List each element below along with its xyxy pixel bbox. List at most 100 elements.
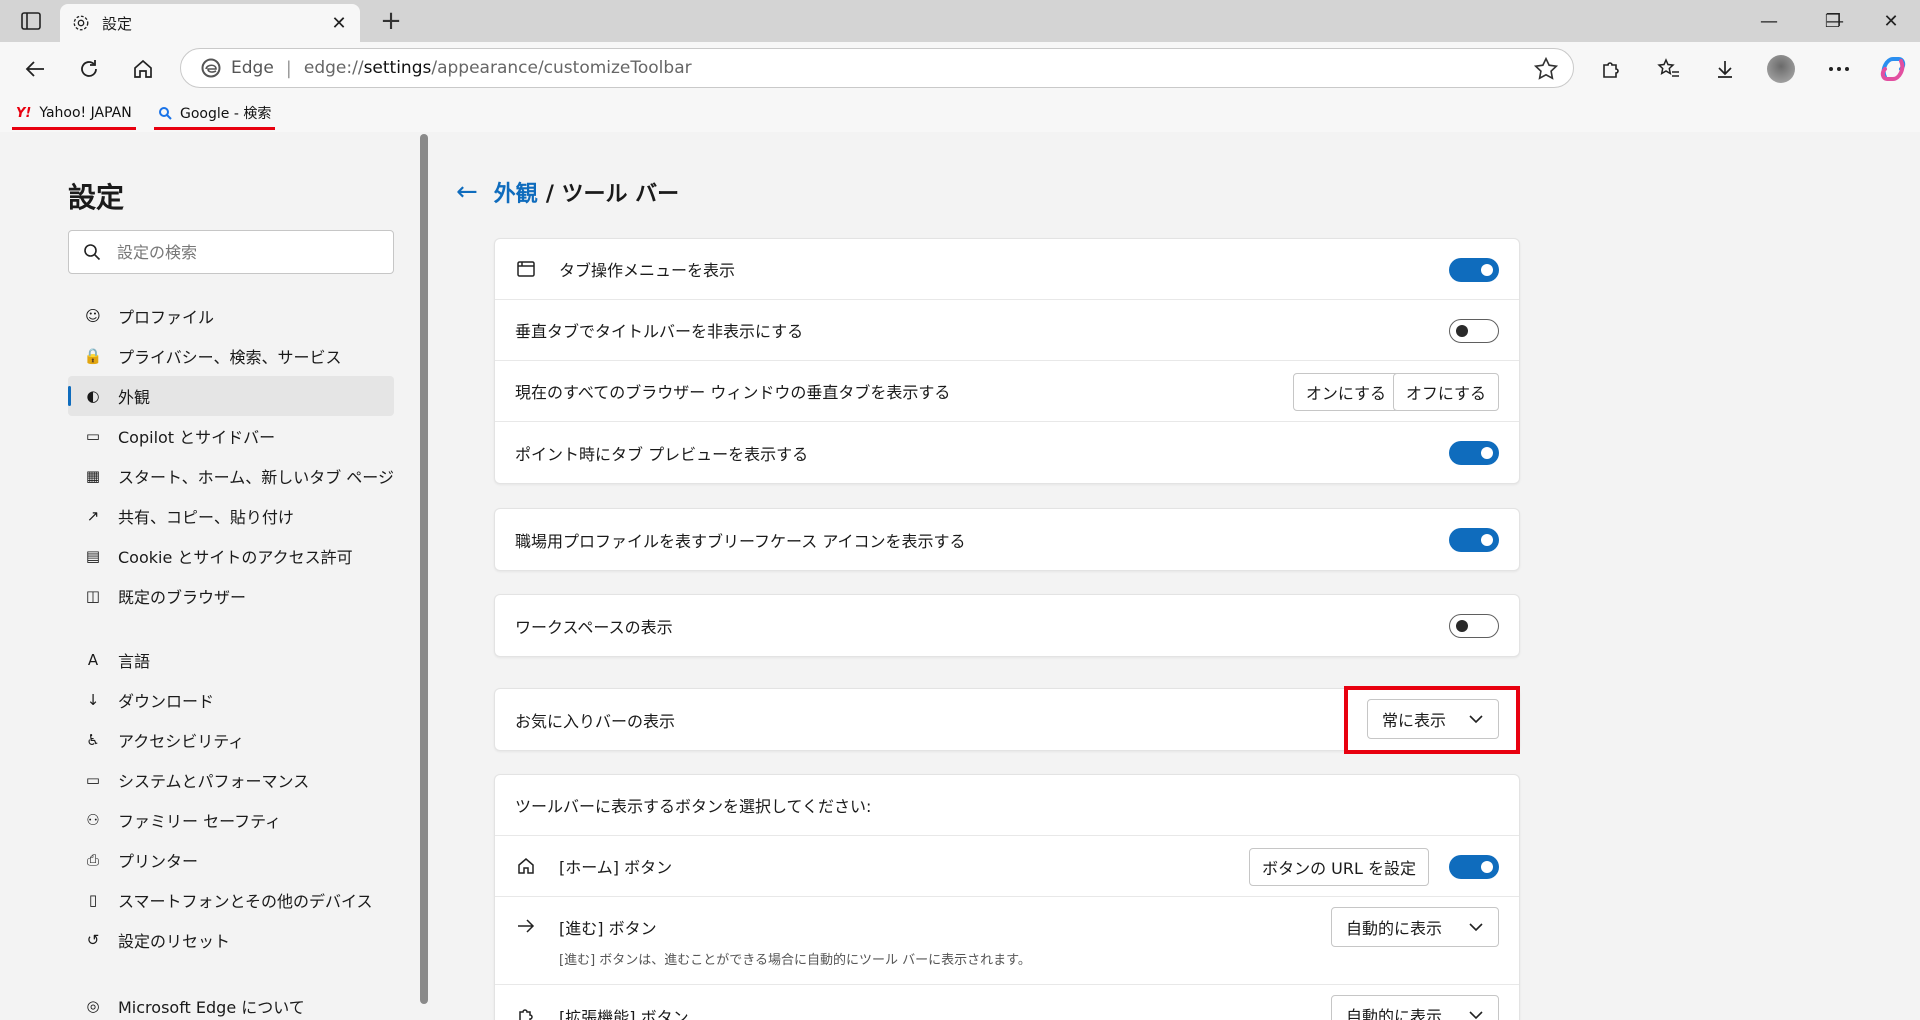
sidebar-item-3[interactable]: ▭ Copilot とサイドバー bbox=[68, 416, 394, 456]
row-work-briefcase: 職場用プロファイルを表すブリーフケース アイコンを表示する bbox=[495, 509, 1519, 570]
favorite-label: Google - 検索 bbox=[180, 106, 272, 122]
share-icon: ↗ bbox=[86, 507, 100, 525]
favorite-underline bbox=[154, 127, 276, 130]
restore-window-button[interactable]: ❐ bbox=[1804, 0, 1862, 42]
sidebar-item-label: システムとパフォーマンス bbox=[118, 772, 310, 791]
sidebar-icon: ▭ bbox=[85, 427, 101, 445]
row-label: 現在のすべてのブラウザー ウィンドウの垂直タブを表示する bbox=[515, 383, 951, 402]
sidebar-item-label: スマートフォンとその他のデバイス bbox=[118, 892, 373, 911]
sidebar-item-label: Copilot とサイドバー bbox=[118, 428, 276, 447]
sidebar-item-label: ダウンロード bbox=[118, 692, 215, 711]
toolbar-buttons-card: ツールバーに表示するボタンを選択してください: [ホーム] ボタン ボタンの U… bbox=[494, 774, 1520, 1020]
settings-page: 設定 ☺ プロファイル 🔒 プライバシー、検索、サービス ◐ 外観 ▭ Copilot とサイ… bbox=[6, 134, 1912, 1020]
extensions-button-select[interactable]: 自動的に表示 bbox=[1331, 995, 1499, 1020]
new-tab-button[interactable]: + bbox=[376, 6, 406, 36]
extensions-button[interactable] bbox=[1594, 52, 1628, 86]
sidebar-item-label: プロファイル bbox=[118, 308, 215, 327]
row-tab-preview: ポイント時にタブ プレビューを表示する bbox=[495, 422, 1519, 483]
downloads-button[interactable] bbox=[1708, 52, 1742, 86]
work-profile-card: 職場用プロファイルを表すブリーフケース アイコンを表示する bbox=[494, 508, 1520, 571]
copilot-icon bbox=[1880, 57, 1906, 81]
sidebar-item-10[interactable]: ♿ アクセシビリティ bbox=[68, 720, 394, 760]
refresh-button[interactable] bbox=[72, 52, 106, 86]
sidebar-item-8[interactable]: A 言語 bbox=[68, 640, 394, 680]
favorite-star-icon[interactable] bbox=[1533, 56, 1559, 82]
breadcrumb-link-appearance[interactable]: 外観 bbox=[494, 176, 538, 208]
family-icon: ⚇ bbox=[86, 811, 100, 829]
back-arrow-icon[interactable]: ← bbox=[456, 177, 478, 207]
sidebar-item-11[interactable]: ▭ システムとパフォーマンス bbox=[68, 760, 394, 800]
tab-title: 設定 bbox=[102, 14, 133, 33]
forward-button-select[interactable]: 自動的に表示 bbox=[1331, 907, 1499, 947]
sidebar-item-14[interactable]: ▯ スマートフォンとその他のデバイス bbox=[68, 880, 394, 920]
hide-titlebar-toggle[interactable] bbox=[1449, 319, 1499, 343]
sidebar-item-6[interactable]: ▤ Cookie とサイトのアクセス許可 bbox=[68, 536, 394, 576]
tab-strip: 設定 ✕ + — bbox=[0, 0, 1920, 42]
sidebar-scrollbar[interactable] bbox=[420, 134, 428, 1004]
home-icon bbox=[134, 59, 152, 78]
sidebar-item-0[interactable]: ☺ プロファイル bbox=[68, 296, 394, 336]
breadcrumb: ← 外観 / ツール バー bbox=[456, 176, 679, 208]
sidebar-item-label: 外観 bbox=[118, 388, 151, 407]
row-home-button: [ホーム] ボタン ボタンの URL を設定 bbox=[495, 836, 1519, 897]
tab-actions-menu-button[interactable] bbox=[14, 8, 48, 34]
toolbar-buttons-heading: ツールバーに表示するボタンを選択してください: bbox=[495, 775, 1519, 836]
home-button-toggle[interactable] bbox=[1449, 855, 1499, 879]
url-host: settings bbox=[363, 58, 432, 78]
sidebar-item-label: 設定のリセット bbox=[118, 932, 231, 951]
tab-preview-toggle[interactable] bbox=[1449, 441, 1499, 465]
sidebar-item-4[interactable]: ▦ スタート、ホーム、新しいタブ ページ bbox=[68, 456, 394, 496]
sidebar-item-1[interactable]: 🔒 プライバシー、検索、サービス bbox=[68, 336, 394, 376]
set-button-url-button[interactable]: ボタンの URL を設定 bbox=[1249, 848, 1429, 886]
close-icon: ✕ bbox=[1883, 10, 1899, 32]
tab-close-button[interactable]: ✕ bbox=[328, 12, 350, 34]
favorite-google-search[interactable]: Google - 検索 bbox=[154, 100, 276, 130]
minimize-icon: — bbox=[1760, 10, 1778, 32]
language-icon: A bbox=[87, 651, 99, 669]
profile-button[interactable] bbox=[1764, 52, 1798, 86]
sidebar-item-12[interactable]: ⚇ ファミリー セーフティ bbox=[68, 800, 394, 840]
sidebar-item-13[interactable]: ⎙ プリンター bbox=[68, 840, 394, 880]
sidebar-item-label: 言語 bbox=[118, 652, 151, 671]
tab-settings-card: タブ操作メニューを表示 垂直タブでタイトルバーを非表示にする 現在のすべてのブラ… bbox=[494, 238, 1520, 484]
work-briefcase-toggle[interactable] bbox=[1449, 528, 1499, 552]
settings-search-box[interactable] bbox=[68, 230, 394, 274]
search-input[interactable] bbox=[117, 242, 377, 262]
tab-settings[interactable]: 設定 ✕ bbox=[60, 4, 360, 42]
address-bar[interactable]: Edge | edge://settings/appearance/custom… bbox=[180, 48, 1574, 88]
row-label: ワークスペースの表示 bbox=[515, 617, 673, 637]
url-prefix: edge:// bbox=[303, 58, 364, 78]
favorites-button[interactable] bbox=[1652, 52, 1686, 86]
back-button[interactable] bbox=[18, 52, 52, 86]
sidebar-item-5[interactable]: ↗ 共有、コピー、貼り付け bbox=[68, 496, 394, 536]
home-grid-icon: ▦ bbox=[85, 467, 101, 485]
minimize-window-button[interactable]: — bbox=[1740, 0, 1798, 42]
close-window-button[interactable]: ✕ bbox=[1862, 0, 1920, 42]
row-label: 職場用プロファイルを表すブリーフケース アイコンを表示する bbox=[515, 531, 966, 551]
home-button[interactable] bbox=[126, 52, 160, 86]
address-separator: | bbox=[285, 57, 292, 79]
tab-actions-menu-toggle[interactable] bbox=[1449, 258, 1499, 282]
sidebar-item-9[interactable]: ↓ ダウンロード bbox=[68, 680, 394, 720]
turn-off-button[interactable]: オフにする bbox=[1392, 373, 1499, 411]
workspaces-toggle[interactable] bbox=[1449, 614, 1499, 638]
home-icon bbox=[515, 855, 537, 877]
row-label: 垂直タブでタイトルバーを非表示にする bbox=[515, 322, 804, 341]
highlight-box bbox=[1344, 686, 1520, 754]
forward-button-description: [進む] ボタンは、進むことができる場合に自動的にツール バーに表示されます。 bbox=[559, 953, 1031, 968]
sidebar-item-16[interactable]: ◎ Microsoft Edge について bbox=[68, 986, 394, 1020]
sidebar-item-15[interactable]: ↺ 設定のリセット bbox=[68, 920, 394, 960]
sidebar-item-7[interactable]: ◫ 既定のブラウザー bbox=[68, 576, 394, 616]
row-label: [拡張機能] ボタン bbox=[559, 1007, 689, 1020]
page-title: / ツール バー bbox=[545, 182, 680, 207]
more-menu-button[interactable] bbox=[1822, 52, 1856, 86]
sidebar-item-2[interactable]: ◐ 外観 bbox=[68, 376, 394, 416]
copilot-button[interactable] bbox=[1876, 52, 1910, 86]
address-url[interactable]: edge://settings/appearance/customizeTool… bbox=[304, 58, 692, 78]
search-icon bbox=[159, 107, 172, 120]
select-value: 自動的に表示 bbox=[1346, 1007, 1443, 1020]
favorite-yahoo[interactable]: Y! Yahoo! JAPAN bbox=[12, 100, 136, 130]
turn-on-button[interactable]: オンにする bbox=[1292, 373, 1399, 411]
row-label: [ホーム] ボタン bbox=[559, 858, 673, 877]
row-workspaces: ワークスペースの表示 bbox=[495, 595, 1519, 656]
